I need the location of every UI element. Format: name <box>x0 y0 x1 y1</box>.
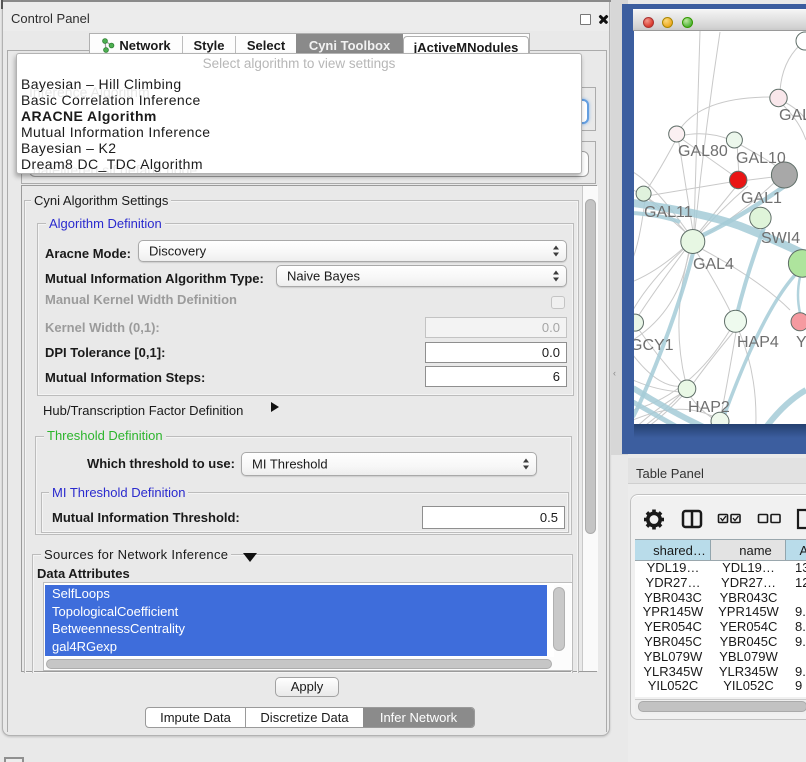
svg-text:GAL4: GAL4 <box>693 256 734 273</box>
svg-text:GAL1: GAL1 <box>741 190 782 207</box>
svg-text:GCY1: GCY1 <box>634 337 674 354</box>
svg-text:Y: Y <box>796 334 806 351</box>
svg-text:GAL: GAL <box>779 107 806 124</box>
svg-text:GAL10: GAL10 <box>736 150 786 167</box>
svg-text:SWI4: SWI4 <box>761 230 800 247</box>
svg-text:GAL80: GAL80 <box>678 143 728 160</box>
svg-text:GAL11: GAL11 <box>644 204 693 221</box>
svg-text:HAP4: HAP4 <box>737 334 779 351</box>
svg-text:HAP2: HAP2 <box>688 399 730 416</box>
